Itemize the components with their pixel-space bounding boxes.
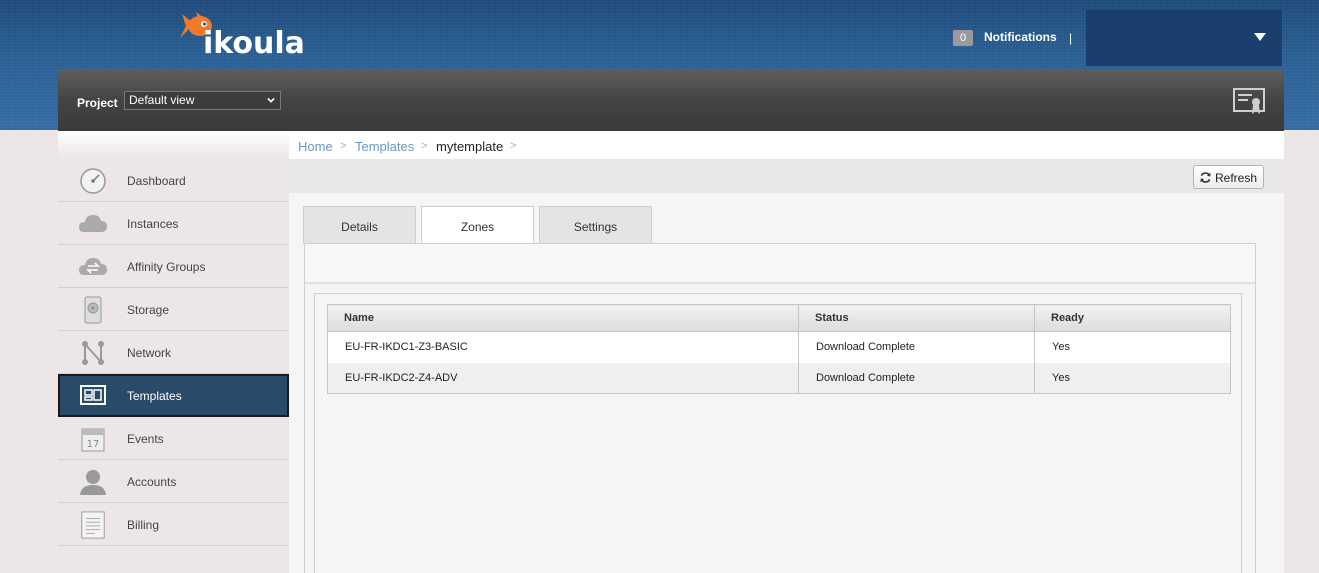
sidebar-item-dashboard[interactable]: Dashboard <box>58 159 289 202</box>
zone-name-cell: EU-FR-IKDC2-Z4-ADV <box>327 362 799 394</box>
refresh-icon <box>1200 172 1211 183</box>
sidebar-nav: Dashboard Instances Affinity Groups Stor… <box>58 131 289 573</box>
sidebar-item-billing[interactable]: Billing <box>58 503 289 546</box>
cloud-arrows-icon <box>79 258 107 275</box>
sidebar-item-label: Templates <box>127 389 182 403</box>
notifications-link[interactable]: Notifications <box>984 30 1057 44</box>
toolbar: Refresh <box>289 159 1284 193</box>
breadcrumb-separator: > <box>421 140 428 152</box>
column-header-ready[interactable]: Ready <box>1034 304 1231 332</box>
zone-ready-cell: Yes <box>1034 362 1231 394</box>
sidebar-item-label: Billing <box>127 518 160 532</box>
sidebar-item-label: Instances <box>127 217 179 231</box>
chevron-down-icon <box>267 97 275 103</box>
zone-ready-cell: Yes <box>1034 331 1231 363</box>
logo-wordmark: ikoula <box>203 26 305 61</box>
notifications-count-badge[interactable]: 0 <box>953 30 973 46</box>
breadcrumb-current: mytemplate <box>436 139 504 154</box>
network-nodes-icon <box>82 341 104 365</box>
project-bar: Project Default view <box>58 69 1284 131</box>
column-header-name[interactable]: Name <box>327 304 799 332</box>
sidebar-header <box>58 131 289 159</box>
breadcrumb-separator: > <box>510 140 517 152</box>
sidebar-item-accounts[interactable]: Accounts <box>58 460 289 503</box>
zones-tab-panel: Name Status Ready EU-FR-IKDC1-Z3-BASIC D… <box>304 243 1256 573</box>
main-panel: Home > Templates > mytemplate > Refresh … <box>289 131 1284 573</box>
user-icon <box>80 470 106 495</box>
svg-text:17: 17 <box>87 439 100 450</box>
project-label: Project <box>77 96 118 110</box>
tab-settings[interactable]: Settings <box>539 206 652 244</box>
dashboard-gauge-icon <box>80 168 106 194</box>
tab-details[interactable]: Details <box>303 206 416 244</box>
certificate-icon[interactable] <box>1233 87 1265 115</box>
project-select[interactable]: Default view <box>124 91 281 110</box>
hard-disk-icon <box>84 296 102 324</box>
table-row[interactable]: EU-FR-IKDC1-Z3-BASIC Download Complete Y… <box>327 331 1231 363</box>
sidebar-item-network[interactable]: Network <box>58 331 289 374</box>
refresh-button[interactable]: Refresh <box>1193 165 1264 189</box>
cloud-icon <box>79 215 107 232</box>
panel-action-strip <box>305 244 1255 284</box>
column-header-status[interactable]: Status <box>798 304 1035 332</box>
table-header-row: Name Status Ready <box>327 304 1231 332</box>
refresh-label: Refresh <box>1215 171 1258 185</box>
sidebar-item-label: Accounts <box>127 475 177 489</box>
document-icon <box>81 511 105 539</box>
zones-list-container: Name Status Ready EU-FR-IKDC1-Z3-BASIC D… <box>314 293 1242 573</box>
zones-table: Name Status Ready EU-FR-IKDC1-Z3-BASIC D… <box>327 304 1231 394</box>
sidebar-item-events[interactable]: 17 Events <box>58 417 289 460</box>
project-select-value: Default view <box>129 93 195 107</box>
sidebar-item-instances[interactable]: Instances <box>58 202 289 245</box>
templates-icon <box>80 385 106 405</box>
sidebar-item-label: Dashboard <box>127 174 186 188</box>
ikoula-logo[interactable]: ikoula <box>178 8 318 61</box>
breadcrumb-home[interactable]: Home <box>298 139 333 154</box>
sidebar-item-label: Events <box>127 432 164 446</box>
sidebar-item-affinity-groups[interactable]: Affinity Groups <box>58 245 289 288</box>
sidebar-item-label: Affinity Groups <box>127 260 206 274</box>
user-menu[interactable] <box>1086 10 1282 66</box>
zone-status-cell: Download Complete <box>798 331 1035 363</box>
breadcrumb: Home > Templates > mytemplate > <box>289 131 1284 159</box>
sidebar-item-label: Storage <box>127 303 170 317</box>
sidebar-item-storage[interactable]: Storage <box>58 288 289 331</box>
sidebar-item-label: Network <box>127 346 172 360</box>
caret-down-icon <box>1254 33 1266 41</box>
calendar-icon: 17 <box>81 428 105 452</box>
table-row[interactable]: EU-FR-IKDC2-Z4-ADV Download Complete Yes <box>327 362 1231 394</box>
tab-zones[interactable]: Zones <box>421 206 534 245</box>
zone-name-cell: EU-FR-IKDC1-Z3-BASIC <box>327 331 799 363</box>
sidebar-item-templates[interactable]: Templates <box>58 374 289 417</box>
breadcrumb-separator: > <box>340 140 347 152</box>
zone-status-cell: Download Complete <box>798 362 1035 394</box>
header-separator: | <box>1069 31 1073 45</box>
breadcrumb-templates[interactable]: Templates <box>355 139 414 154</box>
